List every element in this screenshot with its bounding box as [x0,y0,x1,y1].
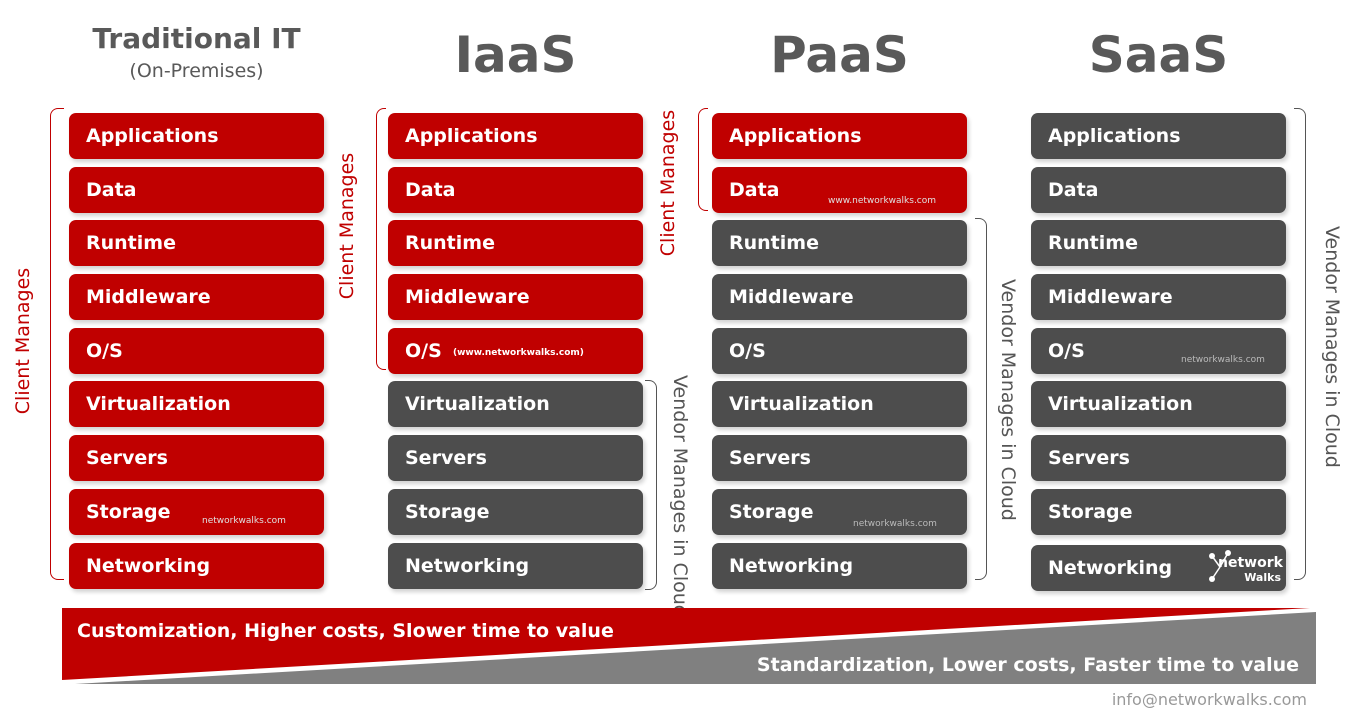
title-saas: SaaS [1088,26,1229,84]
layer-applications: Applications [388,113,643,159]
client-bracket-traditional [50,108,64,580]
layer-networking: Networking [712,543,967,589]
layer-data: Data [388,167,643,213]
layer-networking: Networking [388,543,643,589]
layer-virtualization: Virtualization [388,381,643,427]
layer-storage: Storage [1031,489,1286,535]
subtitle-on-premises: (On-Premises) [129,60,264,82]
watermark: networkwalks.com [202,516,286,526]
layer-middleware: Middleware [388,274,643,320]
layer-servers: Servers [1031,435,1286,481]
layer-servers: Servers [712,435,967,481]
layer-applications: Applications [1031,113,1286,159]
layer-virtualization: Virtualization [69,381,324,427]
watermark: www.networkwalks.com [828,196,937,206]
client-label-traditional: Client Manages [12,267,34,415]
layer-applications: Applications [712,113,967,159]
title-traditional-it: Traditional IT [92,22,301,55]
watermark: (www.networkwalks.com) [453,348,584,358]
vendor-bracket-paas [975,218,987,580]
layer-virtualization: Virtualization [712,381,967,427]
logo-text: network [1218,555,1283,571]
client-bracket-paas [698,108,708,211]
title-iaas: IaaS [454,26,577,84]
layer-runtime: Runtime [388,220,643,266]
layer-data: Data [69,167,324,213]
layer-networking: Networking [69,543,324,589]
layer-middleware: Middleware [69,274,324,320]
layer-runtime: Runtime [1031,220,1286,266]
title-paas: PaaS [770,26,909,84]
logo-subtext: Walks [1244,571,1281,584]
layer-runtime: Runtime [69,220,324,266]
vendor-label-iaas: Vendor Manages in Cloud [669,375,691,617]
vendor-bracket-iaas [645,380,657,590]
layer-middleware: Middleware [712,274,967,320]
banner-bottom-text: Standardization, Lower costs, Faster tim… [756,654,1299,676]
layer-os: O/S [1031,328,1286,374]
layer-storage: Storage [388,489,643,535]
layer-runtime: Runtime [712,220,967,266]
layer-virtualization: Virtualization [1031,381,1286,427]
layer-data: Data [1031,167,1286,213]
footer-email: info@networkwalks.com [1111,690,1307,709]
layer-os: O/S [69,328,324,374]
banner-top-text: Customization, Higher costs, Slower time… [77,620,614,642]
layer-middleware: Middleware [1031,274,1286,320]
layer-servers: Servers [388,435,643,481]
layer-os: O/S [712,328,967,374]
client-label-paas: Client Manages [657,109,679,257]
watermark: networkwalks.com [1181,355,1265,365]
layer-data: Data [712,167,967,213]
vendor-label-saas: Vendor Manages in Cloud [1321,226,1343,468]
vendor-label-paas: Vendor Manages in Cloud [997,279,1019,521]
cost-banner [62,608,1316,684]
watermark: networkwalks.com [853,519,937,529]
layer-storage: Storage [69,489,324,535]
client-bracket-iaas [376,108,386,370]
networkwalks-logo: network Walks [1208,550,1283,586]
layer-servers: Servers [69,435,324,481]
vendor-bracket-saas [1294,108,1306,580]
layer-applications: Applications [69,113,324,159]
client-label-iaas: Client Manages [336,152,358,300]
